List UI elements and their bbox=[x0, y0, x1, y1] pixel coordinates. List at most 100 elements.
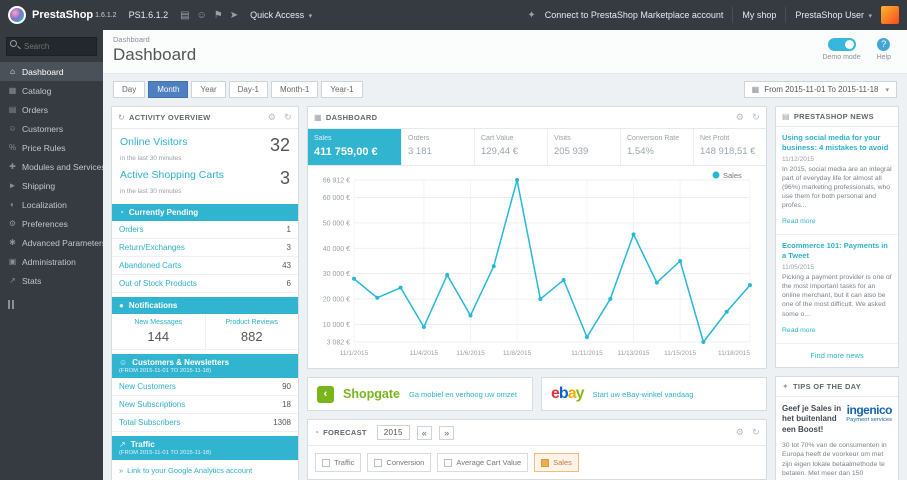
cell-label: New Messages bbox=[134, 319, 183, 326]
gear-icon[interactable]: ⚙ bbox=[736, 427, 744, 438]
my-shop-link[interactable]: My shop bbox=[742, 10, 776, 20]
help-icon[interactable]: ? bbox=[877, 38, 891, 51]
online-visitors-link[interactable]: Online Visitors bbox=[120, 136, 188, 148]
kpi-visits[interactable]: Visits 205 939 bbox=[548, 129, 621, 165]
pending-row-abandoned-carts[interactable]: Abandoned Carts 43 bbox=[112, 257, 298, 275]
range-button-year[interactable]: Year bbox=[191, 81, 226, 98]
sidebar-item-modules[interactable]: ✚ Modules and Services bbox=[0, 157, 103, 176]
refresh-icon[interactable]: ↻ bbox=[284, 112, 292, 123]
svg-text:11/15/2015: 11/15/2015 bbox=[664, 350, 696, 357]
avatar[interactable] bbox=[881, 6, 899, 24]
shopgate-promo-link[interactable]: Ga mobiel en verhoog uw omzet bbox=[409, 390, 517, 399]
sidebar-item-label: Orders bbox=[22, 104, 48, 115]
demo-mode-toggle[interactable] bbox=[827, 38, 856, 51]
range-button-day-1[interactable]: Day-1 bbox=[228, 81, 268, 98]
online-visitors-value: 32 bbox=[269, 135, 290, 155]
ebay-promo-link[interactable]: Start uw eBay-winkel vandaag bbox=[593, 390, 694, 399]
refresh-icon[interactable]: ↻ bbox=[752, 427, 760, 438]
read-more-link[interactable]: Read more bbox=[782, 218, 816, 225]
person-icon[interactable]: ☺ bbox=[197, 10, 207, 21]
shopgate-promo-card[interactable]: ‹ Shopgate Ga mobiel en verhoog uw omzet bbox=[307, 377, 533, 411]
svg-text:Sales: Sales bbox=[723, 171, 742, 180]
ebay-promo-card[interactable]: ebay Start uw eBay-winkel vandaag bbox=[541, 377, 767, 411]
chevron-down-icon: ▾ bbox=[885, 86, 889, 94]
row-label: Abandoned Carts bbox=[119, 261, 182, 270]
svg-text:30 000 €: 30 000 € bbox=[323, 271, 350, 278]
pending-row-returns[interactable]: Return/Exchanges 3 bbox=[112, 239, 298, 257]
new-messages-cell[interactable]: New Messages 144 bbox=[112, 314, 205, 349]
orders-icon: ▤ bbox=[8, 105, 17, 114]
forecast-metric-traffic[interactable]: Traffic bbox=[315, 453, 362, 472]
sidebar-item-catalog[interactable]: ▦ Catalog bbox=[0, 81, 103, 100]
date-range-picker[interactable]: ▦ From 2015-11-01 To 2015-11-18 ▾ bbox=[743, 81, 897, 98]
sidebar-item-orders[interactable]: ▤ Orders bbox=[0, 100, 103, 119]
quick-access-label: Quick Access bbox=[250, 10, 305, 20]
forecast-metric-average-cart-value[interactable]: Average Cart Value bbox=[437, 453, 529, 472]
calendar-icon: ▦ bbox=[751, 85, 760, 94]
news-article-title[interactable]: Ecommerce 101: Payments in a Tweet bbox=[782, 241, 892, 261]
sidebar-collapse-button[interactable] bbox=[0, 290, 103, 319]
pending-row-out-of-stock[interactable]: Out of Stock Products 6 bbox=[112, 275, 298, 293]
forecast-next-button[interactable]: » bbox=[439, 425, 455, 440]
sidebar-item-preferences[interactable]: ⚙ Preferences bbox=[0, 214, 103, 233]
customers-row-total-subscribers[interactable]: Total Subscribers 1308 bbox=[112, 414, 298, 432]
google-analytics-link[interactable]: » Link to your Google Analytics account bbox=[112, 460, 298, 480]
sidebar-item-administration[interactable]: ▣ Administration bbox=[0, 252, 103, 271]
flag-icon[interactable]: ⚑ bbox=[214, 10, 223, 21]
rocket-icon[interactable]: ➤ bbox=[230, 10, 238, 21]
sidebar-item-dashboard[interactable]: ⌂ Dashboard bbox=[0, 62, 103, 81]
cart-icon[interactable]: ▤ bbox=[180, 10, 189, 21]
sidebar-item-advanced-parameters[interactable]: ✱ Advanced Parameters bbox=[0, 233, 103, 252]
range-button-year-1[interactable]: Year-1 bbox=[321, 81, 363, 98]
prestashop-logo[interactable] bbox=[8, 6, 26, 24]
find-more-news-link[interactable]: Find more news bbox=[776, 344, 898, 367]
lightbulb-icon: ✦ bbox=[782, 381, 790, 391]
gear-icon[interactable]: ⚙ bbox=[736, 112, 744, 123]
dashboard-icon: ⌂ bbox=[10, 67, 15, 76]
refresh-icon[interactable]: ↻ bbox=[752, 112, 760, 123]
sidebar-item-stats[interactable]: ↗ Stats bbox=[0, 271, 103, 290]
range-button-month[interactable]: Month bbox=[148, 81, 189, 98]
kpi-cart-value[interactable]: Cart Value 129,44 € bbox=[475, 129, 548, 165]
checkbox-icon bbox=[322, 458, 330, 467]
kpi-net-profit[interactable]: Net Profit 148 918,51 € bbox=[694, 129, 766, 165]
gear-icon[interactable]: ⚙ bbox=[268, 112, 276, 123]
kpi-conversion-rate[interactable]: Conversion Rate 1.54% bbox=[621, 129, 694, 165]
sales-chart-svg: 66 912 € 60 000 € 50 000 € 40 000 € 30 000 €… bbox=[323, 171, 752, 357]
news-article-title[interactable]: Using social media for your business: 4 … bbox=[782, 133, 892, 153]
sidebar-item-label: Advanced Parameters bbox=[22, 237, 103, 248]
customers-row-new-customers[interactable]: New Customers 90 bbox=[112, 378, 298, 396]
people-icon: ☺ bbox=[119, 358, 128, 367]
forecast-year-select[interactable]: 2015 bbox=[376, 425, 410, 440]
sales-line-chart[interactable]: 66 912 € 60 000 € 50 000 € 40 000 € 30 000 €… bbox=[308, 166, 766, 368]
range-button-day[interactable]: Day bbox=[113, 81, 146, 98]
marketplace-link[interactable]: Connect to PrestaShop Marketplace accoun… bbox=[545, 10, 724, 20]
forecast-metric-conversion[interactable]: Conversion bbox=[367, 453, 432, 472]
forecast-metric-sales[interactable]: Sales bbox=[534, 453, 579, 472]
svg-text:40 000 €: 40 000 € bbox=[323, 246, 350, 253]
quick-access-menu[interactable]: Quick Access ▾ bbox=[250, 10, 312, 20]
active-carts-link[interactable]: Active Shopping Carts bbox=[120, 169, 224, 181]
user-menu[interactable]: PrestaShop User ▾ bbox=[795, 10, 872, 20]
traffic-header: ↗ Traffic (FROM 2015-11-01 TO 2015-11-18… bbox=[112, 436, 298, 460]
read-more-link[interactable]: Read more bbox=[782, 327, 816, 334]
kpi-sales[interactable]: Sales 411 759,00 € bbox=[308, 129, 402, 165]
sidebar-item-customers[interactable]: ☺ Customers bbox=[0, 119, 103, 138]
sidebar-item-label: Modules and Services bbox=[22, 161, 103, 172]
shop-name[interactable]: PS1.6.1.2 bbox=[129, 10, 169, 20]
sidebar-item-price-rules[interactable]: % Price Rules bbox=[0, 138, 103, 157]
product-reviews-cell[interactable]: Product Reviews 882 bbox=[204, 314, 299, 349]
ebay-logo: ebay bbox=[551, 386, 584, 402]
stats-icon: ↗ bbox=[9, 276, 16, 285]
kpi-label: Orders bbox=[408, 135, 430, 142]
sidebar-item-localization[interactable]: ◐ Localization bbox=[0, 195, 103, 214]
customers-row-new-subscriptions[interactable]: New Subscriptions 18 bbox=[112, 396, 298, 414]
advanced-parameters-icon: ✱ bbox=[9, 238, 16, 247]
pending-row-orders[interactable]: Orders 1 bbox=[112, 221, 298, 239]
breadcrumb[interactable]: Dashboard bbox=[103, 33, 907, 44]
range-button-month-1[interactable]: Month-1 bbox=[270, 81, 319, 98]
row-value: 1308 bbox=[273, 418, 291, 427]
sidebar-item-shipping[interactable]: ► Shipping bbox=[0, 176, 103, 195]
forecast-prev-button[interactable]: « bbox=[416, 425, 433, 440]
kpi-orders[interactable]: Orders 3 181 bbox=[402, 129, 475, 165]
